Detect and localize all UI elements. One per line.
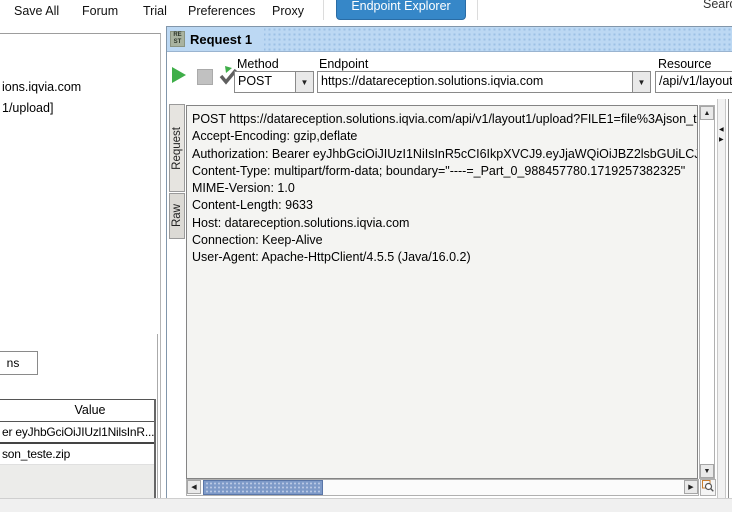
scrollbar-thumb[interactable] [203, 480, 323, 495]
collapse-left-icon[interactable]: ◀ [719, 127, 724, 133]
split-pane-divider[interactable]: ◀ ▶ [717, 99, 726, 498]
request-line: Content-Length: 9633 [192, 198, 313, 213]
endpoint-value: https://datareception.solutions.iqvia.co… [321, 74, 544, 88]
request-line: Host: datareception.solutions.iqvia.com [192, 215, 410, 230]
scroll-right-icon[interactable]: ▶ [684, 480, 698, 494]
endpoint-dropdown[interactable]: https://datareception.solutions.iqvia.co… [317, 71, 651, 93]
method-value: POST [238, 74, 273, 88]
scroll-down-icon[interactable]: ▼ [700, 464, 714, 478]
tab-request[interactable]: Request [169, 104, 185, 192]
window-title: Request 1 [190, 31, 253, 47]
resource-field[interactable]: /api/v1/layout1/upload [655, 71, 732, 93]
tab-raw[interactable]: Raw [169, 193, 185, 239]
request-line: Connection: Keep-Alive [192, 233, 323, 248]
status-strip [0, 498, 732, 512]
tree-item-endpoint[interactable]: ions.iqvia.com [2, 80, 81, 94]
request-line: Accept-Encoding: gzip,deflate [192, 129, 358, 144]
expand-right-icon[interactable]: ▶ [719, 137, 724, 143]
tab-raw-label: Raw [171, 204, 183, 228]
request-line: POST https://datareception.solutions.iqv… [192, 112, 698, 126]
chevron-down-icon[interactable]: ▼ [295, 72, 313, 92]
response-panel-edge [728, 99, 732, 498]
tab-request-label: Request [171, 126, 183, 170]
table-row[interactable]: er eyJhbGciOiJIUzl1NilsInR... [0, 422, 154, 444]
vertical-scrollbar[interactable]: ▲ ▼ [699, 105, 715, 479]
request-line: User-Agent: Apache-HttpClient/4.5.5 (Jav… [192, 250, 471, 265]
menu-trial[interactable]: Trial [143, 4, 167, 18]
endpoint-explorer-button[interactable]: Endpoint Explorer [336, 0, 466, 20]
table-row[interactable]: son_teste.zip [0, 444, 154, 465]
search-label: Search [703, 0, 732, 11]
method-dropdown[interactable]: POST ▼ [234, 71, 314, 93]
menubar-divider [477, 0, 478, 20]
request-line: Content-Type: multipart/form-data; bound… [192, 163, 686, 178]
menu-save-all[interactable]: Save All [14, 4, 59, 18]
magnifier-icon [702, 480, 714, 492]
request-window: RE ST Request 1 Method POST ▼ Endpoint h… [166, 26, 732, 499]
zoom-magnifier-button[interactable] [700, 479, 716, 496]
submit-request-button[interactable] [172, 67, 186, 83]
window-title-group: RE ST Request 1 [167, 27, 265, 51]
scroll-up-icon[interactable]: ▲ [700, 106, 714, 120]
stop-request-button[interactable] [197, 69, 213, 85]
raw-request-editor[interactable]: POST https://datareception.solutions.iqv… [186, 105, 698, 479]
menubar-divider [323, 0, 324, 20]
menu-preferences[interactable]: Preferences [188, 4, 255, 18]
window-titlebar[interactable]: RE ST Request 1 [167, 27, 732, 52]
panel-divider [157, 334, 158, 512]
navigator-panel: ions.iqvia.com 1/upload] ns Value er eyJ… [0, 33, 161, 512]
chevron-down-icon[interactable]: ▼ [632, 72, 650, 92]
horizontal-scrollbar[interactable]: ◀ ▶ [186, 479, 699, 496]
value-column-header: Value [0, 399, 154, 422]
resource-label: Resource [658, 57, 712, 71]
scroll-left-icon[interactable]: ◀ [187, 480, 201, 494]
properties-tab-partial[interactable]: ns [0, 351, 38, 375]
method-label: Method [237, 57, 279, 71]
menu-proxy[interactable]: Proxy [272, 4, 304, 18]
menu-forum[interactable]: Forum [82, 4, 118, 18]
properties-table: Value er eyJhbGciOiJIUzl1NilsInR... son_… [0, 399, 156, 512]
endpoint-label: Endpoint [319, 57, 369, 71]
resource-value: /api/v1/layout1/upload [659, 74, 732, 88]
tree-item-resource[interactable]: 1/upload] [2, 101, 53, 115]
request-line: MIME-Version: 1.0 [192, 181, 295, 196]
rest-request-icon: RE ST [170, 31, 185, 47]
soapui-app: Save All Forum Trial Preferences Proxy E… [0, 0, 732, 512]
request-line: Authorization: Bearer eyJhbGciOiJIUzI1Ni… [192, 146, 698, 161]
